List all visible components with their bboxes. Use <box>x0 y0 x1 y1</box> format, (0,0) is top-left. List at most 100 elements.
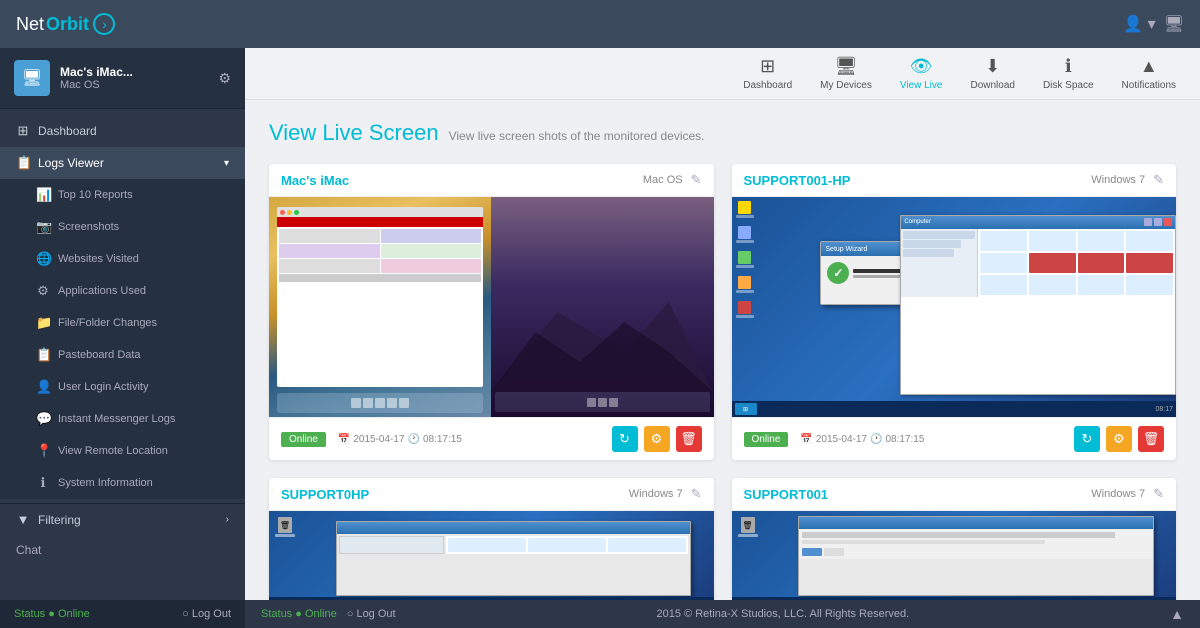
devices-grid: Mac's iMac Mac OS ✎ <box>269 164 1176 600</box>
logo: Net Orbit <box>16 13 115 35</box>
status-badge-macs-imac: Online <box>281 432 326 447</box>
mac-right-half <box>491 197 713 417</box>
footer-arrow-icon[interactable]: ▲ <box>1170 606 1184 622</box>
device-card-macs-imac: Mac's iMac Mac OS ✎ <box>269 164 714 460</box>
pasteboard-icon: 📋 <box>36 347 50 363</box>
card-footer-left-support001-hp: Online 📅 2015-04-17 🕐 08:17:15 <box>744 432 925 447</box>
sidebar-item-system-info[interactable]: ℹ System Information <box>0 467 245 499</box>
settings-button-support001-hp[interactable]: ⚙ <box>1106 426 1132 452</box>
settings-button-macs-imac[interactable]: ⚙ <box>644 426 670 452</box>
websites-icon: 🌐 <box>36 251 50 267</box>
view-live-label: View Live <box>900 80 943 91</box>
nav-view-live[interactable]: 👁 View Live <box>900 56 943 91</box>
dashboard-nav-label: Dashboard <box>743 80 792 91</box>
device-name-macs-imac: Mac's iMac <box>281 173 349 188</box>
screenshot-macs-imac[interactable] <box>269 197 714 417</box>
footer-logout[interactable]: ○ Log Out <box>347 608 396 620</box>
dashboard-nav-icon: ⊞ <box>760 56 775 77</box>
top-bar-right: 👤 ▾ 🖥 <box>1123 14 1184 34</box>
card-header-support0hp: SUPPORT0HP Windows 7 ✎ <box>269 478 714 511</box>
remote-location-label: View Remote Location <box>58 445 168 457</box>
monitor-icon[interactable]: 🖥 <box>1164 14 1184 34</box>
sidebar-item-applications[interactable]: ⚙ Applications Used <box>0 275 245 307</box>
user-info: Mac's iMac... Mac OS <box>60 65 208 91</box>
view-live-icon: 👁 <box>910 56 933 77</box>
sidebar-item-websites[interactable]: 🌐 Websites Visited <box>0 243 245 275</box>
sidebar-item-screenshots[interactable]: 📷 Screenshots <box>0 211 245 243</box>
screenshots-icon: 📷 <box>36 219 50 235</box>
device-name-support001-hp: SUPPORT001-HP <box>744 173 851 188</box>
chat-label: Chat <box>16 543 41 557</box>
timestamp-macs-imac: 📅 2015-04-17 🕐 08:17:15 <box>338 434 462 445</box>
applications-label: Applications Used <box>58 285 146 297</box>
device-card-support0hp: SUPPORT0HP Windows 7 ✎ 🗑 <box>269 478 714 600</box>
clock-icon2: 🕐 <box>870 434 882 445</box>
notifications-label: Notifications <box>1122 80 1176 91</box>
clock-icon: 🕐 <box>408 434 420 445</box>
delete-button-macs-imac[interactable]: 🗑 <box>676 426 702 452</box>
user-settings-icon[interactable]: ⚙ <box>218 70 231 87</box>
refresh-button-support001-hp[interactable]: ↻ <box>1074 426 1100 452</box>
page-header: View Live Screen View live screen shots … <box>269 120 1176 146</box>
filtering-label: Filtering <box>38 513 81 527</box>
im-icon: 💬 <box>36 411 50 427</box>
card-footer-left: Online 📅 2015-04-17 🕐 08:17:15 <box>281 432 462 447</box>
filtering-arrow-icon: › <box>226 514 229 525</box>
sidebar-item-file-changes[interactable]: 📁 File/Folder Changes <box>0 307 245 339</box>
top-bar: Net Orbit 👤 ▾ 🖥 <box>0 0 1200 48</box>
disk-space-label: Disk Space <box>1043 80 1094 91</box>
edit-icon-support001[interactable]: ✎ <box>1153 486 1164 502</box>
page-content: View Live Screen View live screen shots … <box>245 100 1200 600</box>
sidebar-item-im-logs[interactable]: 💬 Instant Messenger Logs <box>0 403 245 435</box>
refresh-button-macs-imac[interactable]: ↻ <box>612 426 638 452</box>
device-name-support0hp: SUPPORT0HP <box>281 487 369 502</box>
screenshot-support001[interactable]: 🗑 <box>732 511 1177 600</box>
card-actions-macs-imac: ↻ ⚙ 🗑 <box>612 426 702 452</box>
sidebar-item-logs-viewer[interactable]: 📋 Logs Viewer ▾ <box>0 147 245 179</box>
nav-notifications[interactable]: ▲ Notifications <box>1122 56 1176 91</box>
edit-icon-macs-imac[interactable]: ✎ <box>691 172 702 188</box>
card-footer-support001-hp: Online 📅 2015-04-17 🕐 08:17:15 ↻ ⚙ � <box>732 417 1177 460</box>
sidebar-item-pasteboard[interactable]: 📋 Pasteboard Data <box>0 339 245 371</box>
disk-space-icon: ℹ <box>1065 56 1072 77</box>
user-login-icon: 👤 <box>36 379 50 395</box>
calendar-icon2: 📅 <box>800 434 812 445</box>
sidebar-status: Status ● Online <box>14 608 90 620</box>
nav-download[interactable]: ⬇ Download <box>970 56 1014 91</box>
logout-button[interactable]: ○ Log Out <box>182 608 231 620</box>
edit-icon-support001-hp[interactable]: ✎ <box>1153 172 1164 188</box>
sidebar-item-top10[interactable]: 📊 Top 10 Reports <box>0 179 245 211</box>
card-header-support001-hp: SUPPORT001-HP Windows 7 ✎ <box>732 164 1177 197</box>
card-header-right-support001-hp: Windows 7 ✎ <box>1091 172 1164 188</box>
user-login-label: User Login Activity <box>58 381 148 393</box>
system-info-label: System Information <box>58 477 153 489</box>
nav-disk-space[interactable]: ℹ Disk Space <box>1043 56 1094 91</box>
file-icon: 📁 <box>36 315 50 331</box>
page-title: View Live Screen <box>269 120 439 146</box>
sidebar-item-chat[interactable]: Chat <box>0 535 245 565</box>
location-icon: 📍 <box>36 443 50 459</box>
sidebar-item-filtering[interactable]: ▼ Filtering › <box>0 503 245 535</box>
user-icon[interactable]: 👤 ▾ <box>1123 14 1155 34</box>
user-os: Mac OS <box>60 79 208 91</box>
content-area: ⊞ Dashboard 🖥 My Devices 👁 View Live ⬇ D… <box>245 48 1200 628</box>
main-layout: 🖥 Mac's iMac... Mac OS ⚙ ⊞ Dashboard 📋 L… <box>0 48 1200 628</box>
screenshot-support001-hp[interactable]: Setup Wizard ✕ ✓ <box>732 197 1177 417</box>
nav-my-devices[interactable]: 🖥 My Devices <box>820 56 872 91</box>
edit-icon-support0hp[interactable]: ✎ <box>691 486 702 502</box>
footer-status: Status ● Online <box>261 608 337 620</box>
sidebar-item-remote-location[interactable]: 📍 View Remote Location <box>0 435 245 467</box>
sidebar-user: 🖥 Mac's iMac... Mac OS ⚙ <box>0 48 245 109</box>
calendar-icon: 📅 <box>338 434 350 445</box>
nav-dashboard[interactable]: ⊞ Dashboard <box>743 56 792 91</box>
download-label: Download <box>970 80 1014 91</box>
sidebar-item-dashboard[interactable]: ⊞ Dashboard <box>0 115 245 147</box>
dashboard-label: Dashboard <box>38 124 97 138</box>
file-changes-label: File/Folder Changes <box>58 317 157 329</box>
status-bar: Status ● Online ○ Log Out 2015 © Retina-… <box>245 600 1200 628</box>
device-os-support001-hp: Windows 7 <box>1091 174 1145 186</box>
sidebar-item-user-login[interactable]: 👤 User Login Activity <box>0 371 245 403</box>
delete-button-support001-hp[interactable]: 🗑 <box>1138 426 1164 452</box>
screenshot-support0hp[interactable]: 🗑 <box>269 511 714 600</box>
logo-circle <box>93 13 115 35</box>
